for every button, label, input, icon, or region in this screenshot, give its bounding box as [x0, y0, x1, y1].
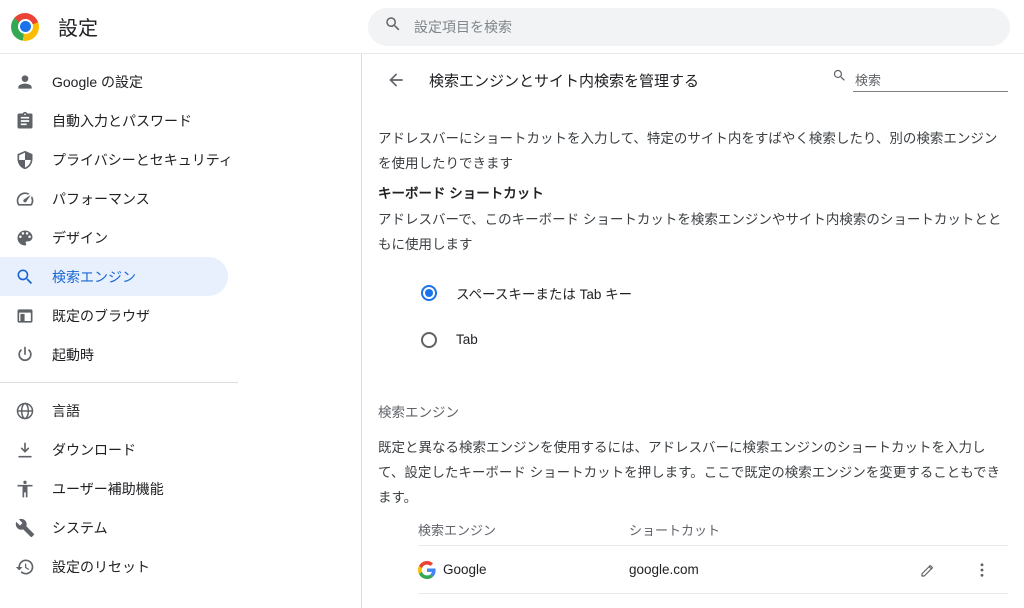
shield-icon	[15, 150, 35, 170]
table-header-row: 検索エンジン ショートカット	[418, 514, 1008, 546]
sidebar-item-on-startup[interactable]: 起動時	[0, 335, 228, 374]
radio-label: Tab	[456, 332, 478, 347]
sidebar-item-label: ユーザー補助機能	[52, 479, 164, 499]
sidebar-item-google-settings[interactable]: Google の設定	[0, 62, 228, 101]
search-engines-description: 既定と異なる検索エンジンを使用するには、アドレスバーに検索エンジンのショートカッ…	[378, 435, 1008, 510]
sidebar-item-label: 起動時	[52, 345, 94, 365]
restore-icon	[15, 557, 35, 577]
download-icon	[15, 440, 35, 460]
top-bar-left: 設定	[0, 12, 361, 41]
sidebar: Google の設定 自動入力とパスワード プライバシーとセキュリティ パフォー…	[0, 54, 361, 608]
sidebar-item-label: パフォーマンス	[52, 189, 150, 209]
palette-icon	[15, 228, 35, 248]
more-menu-icon[interactable]	[970, 558, 994, 582]
sidebar-item-label: デザイン	[52, 228, 108, 248]
sidebar-item-label: ダウンロード	[52, 440, 136, 460]
accessibility-icon	[15, 479, 35, 499]
sidebar-item-system[interactable]: システム	[0, 508, 228, 547]
keyboard-shortcut-heading: キーボード ショートカット	[378, 181, 1008, 207]
sidebar-item-accessibility[interactable]: ユーザー補助機能	[0, 469, 228, 508]
engine-name: Google	[443, 562, 487, 577]
page-find-input[interactable]	[853, 70, 1008, 92]
google-logo-icon	[418, 561, 436, 579]
browser-window-icon	[15, 306, 35, 326]
sidebar-item-privacy[interactable]: プライバシーとセキュリティ	[0, 140, 228, 179]
sidebar-item-label: 既定のブラウザ	[52, 306, 150, 326]
back-arrow-icon	[386, 70, 406, 90]
section-title: 検索エンジンとサイト内検索を管理する	[429, 70, 832, 91]
clipboard-icon	[15, 111, 35, 131]
back-button[interactable]	[378, 62, 414, 98]
settings-search-input[interactable]	[414, 19, 1004, 35]
sidebar-item-languages[interactable]: 言語	[0, 391, 228, 430]
sidebar-item-label: 検索エンジン	[52, 267, 136, 287]
sidebar-item-label: プライバシーとセキュリティ	[52, 150, 233, 170]
person-icon	[15, 72, 35, 92]
chrome-logo-icon	[11, 13, 39, 41]
radio-unselected-icon[interactable]	[421, 332, 437, 348]
sidebar-item-label: システム	[52, 518, 108, 538]
settings-search-bar[interactable]	[368, 8, 1010, 46]
main-content: 検索エンジンとサイト内検索を管理する アドレスバーにショートカットを入力して、特…	[361, 54, 1024, 608]
page-find-field[interactable]	[832, 68, 1008, 92]
engine-shortcut: google.com	[629, 562, 916, 577]
intro-text: アドレスバーにショートカットを入力して、特定のサイト内をすばやく検索したり、別の…	[378, 126, 1008, 176]
table-row: Y! Yahoo! JAPAN (既定) yahoo.co.jp	[418, 594, 1008, 608]
sidebar-item-reset[interactable]: 設定のリセット	[0, 547, 228, 586]
column-header-engine: 検索エンジン	[418, 520, 629, 539]
sidebar-divider	[0, 382, 238, 383]
power-icon	[15, 345, 35, 365]
search-engine-table: 検索エンジン ショートカット Google google.com	[418, 514, 1008, 608]
sidebar-item-label: 言語	[52, 401, 80, 421]
radio-option-space-or-tab[interactable]: スペースキーまたは Tab キー	[378, 269, 1008, 316]
search-icon	[384, 15, 402, 38]
sidebar-item-downloads[interactable]: ダウンロード	[0, 430, 228, 469]
main-header: 検索エンジンとサイト内検索を管理する	[378, 54, 1008, 106]
sidebar-item-label: Google の設定	[52, 72, 143, 92]
keyboard-shortcut-description: アドレスバーで、このキーボード ショートカットを検索エンジンやサイト内検索のショ…	[378, 207, 1008, 257]
sidebar-item-appearance[interactable]: デザイン	[0, 218, 228, 257]
search-icon	[15, 267, 35, 287]
radio-option-tab[interactable]: Tab	[378, 316, 1008, 363]
page-title: 設定	[58, 12, 98, 41]
shortcut-radio-group: スペースキーまたは Tab キー Tab	[378, 269, 1008, 363]
top-bar: 設定	[0, 0, 1024, 54]
sidebar-item-label: 自動入力とパスワード	[52, 111, 192, 131]
wrench-icon	[15, 518, 35, 538]
sidebar-item-performance[interactable]: パフォーマンス	[0, 179, 228, 218]
search-engines-heading: 検索エンジン	[378, 403, 1008, 423]
table-row: Google google.com	[418, 546, 1008, 594]
speedometer-icon	[15, 189, 35, 209]
sidebar-item-search-engine[interactable]: 検索エンジン	[0, 257, 228, 296]
sidebar-item-autofill[interactable]: 自動入力とパスワード	[0, 101, 228, 140]
sidebar-item-label: 設定のリセット	[52, 557, 150, 577]
search-icon	[832, 68, 847, 88]
sidebar-item-default-browser[interactable]: 既定のブラウザ	[0, 296, 228, 335]
edit-pencil-icon[interactable]	[916, 558, 940, 582]
column-header-shortcut: ショートカット	[629, 520, 720, 539]
globe-icon	[15, 401, 35, 421]
radio-selected-icon[interactable]	[421, 285, 437, 301]
radio-label: スペースキーまたは Tab キー	[456, 283, 632, 303]
